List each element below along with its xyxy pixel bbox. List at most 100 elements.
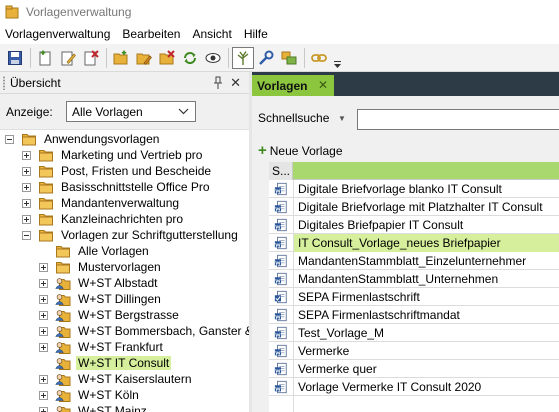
toolbar-separator: [106, 47, 107, 68]
tree-node[interactable]: W+ST IT Consult: [39, 355, 172, 371]
edit-icon[interactable]: [57, 47, 79, 69]
tree-node[interactable]: W+ST Albstadt: [39, 275, 159, 291]
expand-icon[interactable]: [39, 390, 48, 400]
toolbar-separator: [228, 47, 229, 68]
folder-icon: [38, 211, 54, 227]
tree-node-label: W+ST Dillingen: [78, 292, 161, 306]
column-header-name[interactable]: [293, 162, 559, 179]
tree-node[interactable]: Basisschnittstelle Office Pro: [22, 179, 212, 195]
table-row[interactable]: Test_Vorlage_M: [269, 324, 559, 342]
quicksearch-input[interactable]: [357, 109, 559, 130]
tree-node[interactable]: W+ST Köln: [39, 387, 141, 403]
expand-icon[interactable]: [39, 262, 48, 272]
expand-icon[interactable]: [22, 198, 31, 208]
close-icon[interactable]: ✕: [318, 78, 328, 92]
expand-icon[interactable]: [39, 310, 48, 320]
link-icon[interactable]: [308, 47, 330, 69]
expand-icon[interactable]: [39, 406, 48, 412]
table-row[interactable]: IT Consult_Vorlage_neues Briefpapier: [269, 233, 559, 252]
panel-grip-icon[interactable]: [3, 76, 5, 90]
word-document-icon: [269, 198, 293, 216]
table-row[interactable]: SEPA Firmenlastschriftmandat: [269, 306, 559, 324]
expand-icon[interactable]: [22, 214, 31, 224]
new-template-label: Neue Vorlage: [269, 144, 343, 158]
table-row[interactable]: MandantenStammblatt_Einzelunternehmer: [269, 252, 559, 270]
overview-panel: Übersicht ✕ Anzeige: Alle Vorlagen Anwen…: [0, 72, 249, 412]
expand-icon[interactable]: [22, 166, 31, 176]
expand-icon[interactable]: [39, 326, 48, 336]
expand-icon[interactable]: [39, 374, 48, 384]
settings-wrench-icon[interactable]: [255, 47, 277, 69]
tree-node[interactable]: W+ST Bergstrasse: [39, 307, 181, 323]
tree-node[interactable]: Marketing und Vertrieb pro: [22, 147, 204, 163]
tree-node[interactable]: W+ST Bommersbach, Ganster & ...: [39, 323, 249, 339]
column-header-status[interactable]: S...: [269, 162, 293, 180]
layout-icon[interactable]: [278, 47, 300, 69]
word-document-icon: [269, 324, 293, 342]
table-row[interactable]: Vorlage Vermerke IT Consult 2020: [269, 378, 559, 396]
tree-node[interactable]: Alle Vorlagen: [39, 243, 151, 259]
table-row[interactable]: Digitales Briefpapier IT Consult: [269, 216, 559, 234]
expand-icon[interactable]: [39, 342, 48, 352]
tree-node-label: W+ST Bergstrasse: [78, 308, 179, 322]
table-row[interactable]: Digitale Briefvorlage blanko IT Consult: [269, 180, 559, 198]
toolbar-overflow-icon[interactable]: [333, 47, 341, 69]
menu-vorlagenverwaltung[interactable]: Vorlagenverwaltung: [0, 27, 116, 41]
tree-node[interactable]: Anwendungsvorlagen: [5, 131, 161, 147]
folder-delete-icon[interactable]: [156, 47, 178, 69]
tree-node-label: Mandantenverwaltung: [61, 196, 180, 210]
grid-body: Digitale Briefvorlage blanko IT Consult D…: [269, 180, 559, 396]
tree-node[interactable]: W+ST Dillingen: [39, 291, 163, 307]
tree-node-label: W+ST Bommersbach, Ganster & ...: [78, 324, 249, 338]
menu-bearbeiten[interactable]: Bearbeiten: [116, 27, 186, 41]
table-row[interactable]: SEPA Firmenlastschrift: [269, 288, 559, 306]
tree-node-label: W+ST IT Consult: [76, 356, 172, 370]
tree-node[interactable]: W+ST Mainz: [39, 403, 149, 412]
toolbar: [0, 44, 559, 72]
tree-node[interactable]: Kanzleinachrichten pro: [22, 211, 185, 227]
menu-ansicht[interactable]: Ansicht: [186, 27, 237, 41]
table-row[interactable]: Vermerke: [269, 342, 559, 360]
new-template-button[interactable]: + Neue Vorlage: [252, 140, 559, 162]
tree-node-label: Basisschnittstelle Office Pro: [61, 180, 210, 194]
preview-icon[interactable]: [202, 47, 224, 69]
quicksearch-dropdown-icon[interactable]: ▼: [338, 114, 346, 123]
tree-node[interactable]: Mustervorlagen: [39, 259, 163, 275]
expand-icon[interactable]: [22, 182, 31, 192]
tree-node[interactable]: Vorlagen zur Schriftgutterstellung: [22, 227, 240, 243]
new-template-icon[interactable]: [34, 47, 56, 69]
template-name: Digitale Briefvorlage mit Platzhalter IT…: [298, 199, 543, 214]
table-row[interactable]: MandantenStammblatt_Unternehmen: [269, 270, 559, 288]
tree-node[interactable]: Mandantenverwaltung: [22, 195, 181, 211]
delete-icon[interactable]: [80, 47, 102, 69]
menu-hilfe[interactable]: Hilfe: [238, 27, 274, 41]
tree-node[interactable]: W+ST Kaiserslautern: [39, 371, 194, 387]
pin-icon[interactable]: [213, 76, 223, 90]
table-row[interactable]: Digitale Briefvorlage mit Platzhalter IT…: [269, 198, 559, 216]
close-icon[interactable]: ✕: [230, 75, 241, 91]
refresh-icon[interactable]: [179, 47, 201, 69]
filter-select[interactable]: Alle Vorlagen: [66, 101, 196, 122]
folder-edit-icon[interactable]: [133, 47, 155, 69]
expand-icon[interactable]: [39, 278, 48, 288]
plus-icon: +: [258, 142, 267, 159]
expand-icon[interactable]: [39, 294, 48, 304]
new-folder-icon[interactable]: [110, 47, 132, 69]
tree-icon[interactable]: [232, 46, 254, 69]
grid-divider: [293, 180, 294, 412]
chevron-down-icon: [178, 108, 189, 115]
tree-node[interactable]: Post, Fristen und Bescheide: [22, 163, 213, 179]
user-folder-icon: [55, 307, 71, 323]
word-document-check-icon: [269, 288, 293, 306]
word-document-icon: [269, 270, 293, 288]
save-icon[interactable]: [4, 47, 26, 69]
tree-node[interactable]: W+ST Frankfurt: [39, 339, 165, 355]
template-name: IT Consult_Vorlage_neues Briefpapier: [293, 233, 559, 252]
template-name: MandantenStammblatt_Einzelunternehmer: [298, 253, 527, 268]
collapse-icon[interactable]: [5, 134, 14, 144]
tab-vorlagen[interactable]: Vorlagen ✕: [252, 75, 334, 96]
collapse-icon[interactable]: [22, 230, 31, 240]
grid-header: S...: [269, 162, 559, 180]
expand-icon[interactable]: [22, 150, 31, 160]
table-row[interactable]: Vermerke quer: [269, 360, 559, 378]
